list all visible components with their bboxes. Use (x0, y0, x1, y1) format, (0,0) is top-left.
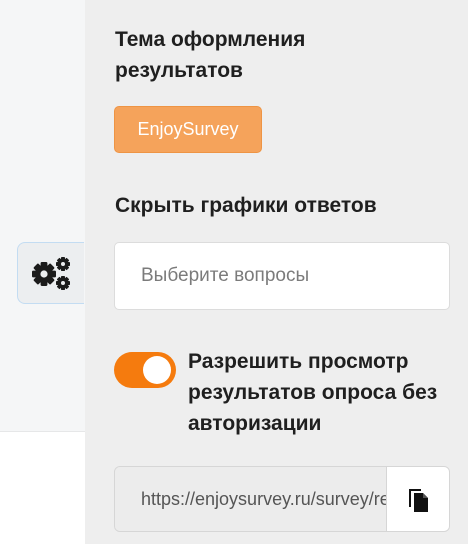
results-link-field[interactable] (115, 467, 386, 531)
copy-icon (409, 489, 428, 512)
questions-select[interactable]: Выберите вопросы (114, 242, 450, 310)
public-results-toggle[interactable] (114, 352, 176, 388)
questions-select-placeholder: Выберите вопросы (141, 265, 310, 286)
results-link-group (114, 466, 450, 532)
gears-icon (32, 257, 70, 290)
results-theme-title: Тема оформления результатов (115, 28, 306, 82)
theme-button[interactable]: EnjoySurvey (114, 106, 262, 153)
public-results-label: Разрешить просмотр результатов опроса бе… (188, 350, 438, 435)
left-pane-background (0, 0, 85, 432)
toggle-knob (143, 356, 171, 384)
settings-tab[interactable] (17, 242, 84, 304)
settings-panel: Тема оформления результатов EnjoySurvey … (85, 0, 468, 544)
hide-charts-title: Скрыть графики ответов (115, 194, 377, 217)
left-pane (0, 0, 85, 544)
copy-link-button[interactable] (386, 467, 449, 531)
